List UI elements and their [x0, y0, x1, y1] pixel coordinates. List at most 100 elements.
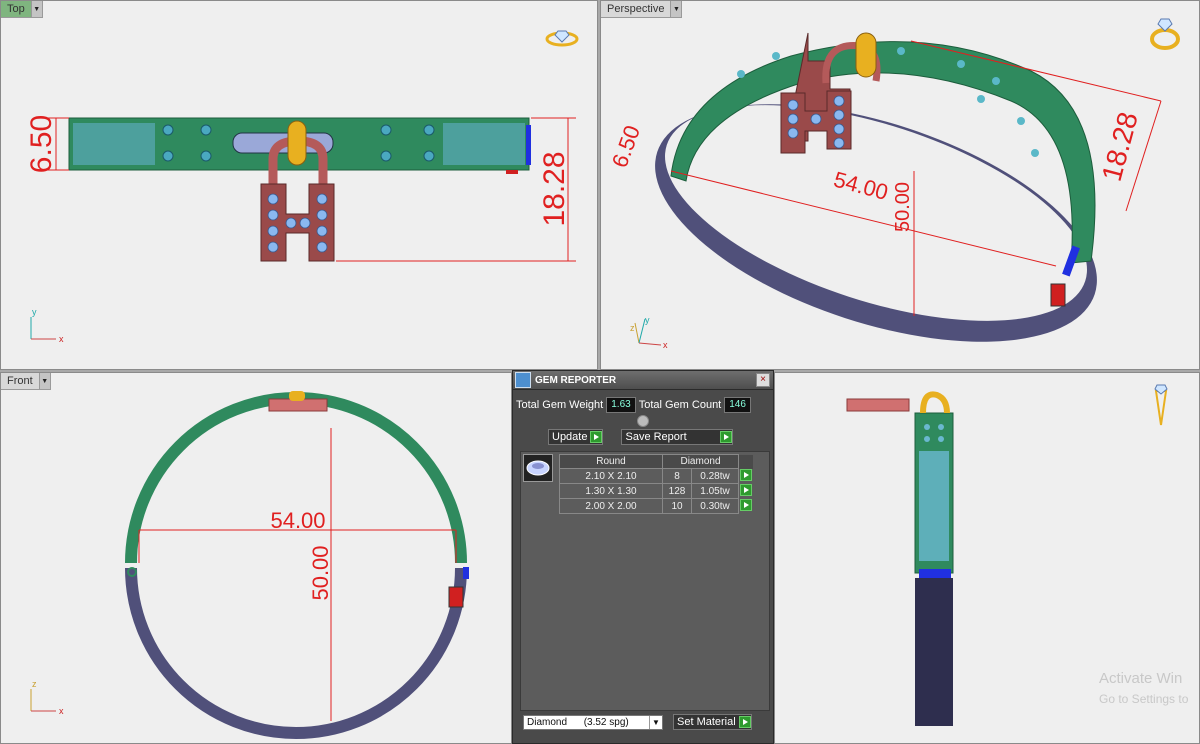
band-front-bottom — [125, 567, 467, 739]
viewport-front[interactable]: 54.00 50.00 z x Front ▼ — [0, 372, 512, 744]
gem-weight: 0.28tw — [691, 468, 739, 484]
svg-text:x: x — [59, 706, 64, 716]
bail-persp — [855, 32, 877, 78]
gem-pave-right — [443, 123, 525, 165]
viewport-top-label: Top — [7, 3, 25, 15]
svg-text:z: z — [32, 679, 37, 689]
chevron-down-icon: ▼ — [649, 715, 662, 729]
dimension-lines-front — [138, 428, 457, 721]
total-weight-value: 1.63 — [606, 397, 636, 413]
table-row[interactable]: 2.10 X 2.10 8 0.28tw — [559, 468, 753, 484]
svg-text:y: y — [32, 307, 37, 317]
bail-front — [289, 391, 305, 401]
gem-reporter-title: GEM REPORTER — [535, 374, 617, 386]
update-label: Update — [552, 431, 588, 443]
gem-pave-left — [73, 123, 155, 165]
select-row-icon[interactable] — [740, 498, 753, 511]
play-icon — [590, 431, 603, 443]
splitter-handle[interactable] — [637, 415, 649, 427]
gem-reporter-titlebar[interactable]: GEM REPORTER × — [513, 371, 773, 390]
gem-table: Round Diamond 2.10 X 2.10 8 0.28tw 1.30 … — [559, 454, 753, 514]
clasp-red-front — [448, 586, 464, 608]
select-row-icon[interactable] — [740, 468, 752, 481]
ring-view-icon[interactable] — [545, 27, 579, 49]
column-material: Diamond — [662, 454, 739, 469]
play-icon — [720, 431, 733, 443]
svg-text:x: x — [59, 334, 64, 344]
gem-weight: 0.30tw — [691, 498, 739, 514]
set-material-button[interactable]: Set Material — [673, 714, 752, 730]
front-view-scene: 54.00 50.00 z x — [30, 391, 469, 739]
clasp-blue-front — [463, 567, 469, 579]
chevron-down-icon[interactable]: ▼ — [670, 1, 682, 17]
dim-height-front: 50.00 — [308, 545, 333, 600]
gem-count: 128 — [662, 483, 692, 499]
gem-reporter-panel[interactable]: GEM REPORTER × Total Gem Weight 1.63 Tot… — [512, 370, 774, 744]
gem-stats: Total Gem Weight 1.63 Total Gem Count 14… — [516, 397, 773, 413]
material-select-value: Diamond (3.52 spg) — [527, 716, 629, 728]
dim-width-front: 54.00 — [270, 508, 325, 533]
viewport-perspective-label: Perspective — [607, 3, 665, 15]
activation-watermark: Activate Win Go to Settings to — [1099, 669, 1188, 709]
app-logo-icon — [515, 372, 531, 388]
save-report-label: Save Report — [625, 431, 687, 443]
axis-gizmo-top: y x — [30, 307, 64, 344]
table-row[interactable]: 1.30 X 1.30 128 1.05tw — [559, 483, 753, 499]
ring-view-icon[interactable] — [1151, 383, 1171, 429]
round-diamond-icon[interactable] — [523, 454, 553, 482]
total-count-value: 146 — [724, 397, 751, 413]
column-shape: Round — [559, 454, 663, 469]
band-right-bottom — [915, 578, 953, 726]
total-count-label: Total Gem Count — [638, 399, 722, 411]
save-report-button[interactable]: Save Report — [621, 429, 734, 445]
clasp-blue — [526, 125, 531, 165]
viewport-top[interactable]: 6.50 18.28 y x Top ▼ — [0, 0, 598, 370]
viewport-perspective[interactable]: 6.50 54.00 50.00 18.28 z y x Perspective… — [600, 0, 1200, 370]
clasp-red — [506, 170, 518, 174]
material-select[interactable]: Diamond (3.52 spg) ▼ — [523, 714, 663, 730]
gem-size: 2.10 X 2.10 — [559, 468, 663, 484]
tab-perspective[interactable]: Perspective ▼ — [601, 1, 683, 18]
top-view-scene: 6.50 18.28 y x — [25, 115, 576, 344]
set-material-label: Set Material — [677, 716, 736, 728]
axis-gizmo-front: z x — [30, 679, 64, 716]
gem-weight: 1.05tw — [691, 483, 739, 499]
tab-front[interactable]: Front ▼ — [1, 373, 51, 390]
dim-d-persp: 18.28 — [1096, 109, 1144, 185]
dim-a-persp: 6.50 — [607, 122, 645, 171]
ring-view-icon[interactable] — [1147, 15, 1183, 51]
gem-table-area: Round Diamond 2.10 X 2.10 8 0.28tw 1.30 … — [520, 451, 770, 711]
clasp-blue-right — [919, 569, 951, 578]
dim-height-top: 18.28 — [538, 151, 571, 226]
chevron-down-icon[interactable]: ▼ — [30, 1, 42, 17]
viewport-right[interactable]: Activate Win Go to Settings to — [774, 372, 1200, 744]
dim-c-persp: 50.00 — [892, 182, 914, 232]
gem-count: 8 — [662, 468, 692, 484]
total-weight-label: Total Gem Weight — [516, 399, 604, 411]
bail-right — [920, 391, 950, 414]
play-icon — [738, 716, 751, 728]
svg-text:x: x — [663, 340, 668, 350]
close-icon[interactable]: × — [756, 373, 770, 387]
axis-gizmo-persp: z y x — [630, 315, 668, 350]
gem-size: 2.00 X 2.00 — [559, 498, 663, 514]
band-front-top — [125, 392, 467, 564]
chevron-down-icon[interactable]: ▼ — [38, 373, 50, 389]
select-row-icon[interactable] — [740, 483, 752, 496]
svg-text:z: z — [630, 323, 635, 333]
perspective-view-scene: 6.50 54.00 50.00 18.28 z y x — [607, 32, 1162, 350]
watermark-line1: Activate Win — [1099, 670, 1183, 687]
dim-width-top: 6.50 — [25, 115, 58, 173]
update-button[interactable]: Update — [548, 429, 604, 445]
lock-right — [846, 398, 910, 412]
clasp-red-persp — [1050, 283, 1066, 307]
viewport-front-label: Front — [7, 375, 33, 387]
svg-text:y: y — [645, 315, 650, 325]
tab-top[interactable]: Top ▼ — [1, 1, 43, 18]
table-row[interactable]: 2.00 X 2.00 10 0.30tw — [559, 498, 753, 514]
watermark-line2: Go to Settings to — [1099, 692, 1189, 706]
gem-size: 1.30 X 1.30 — [559, 483, 663, 499]
gems-right — [919, 451, 949, 561]
bail-gold — [287, 120, 307, 166]
gem-count: 10 — [662, 498, 692, 514]
